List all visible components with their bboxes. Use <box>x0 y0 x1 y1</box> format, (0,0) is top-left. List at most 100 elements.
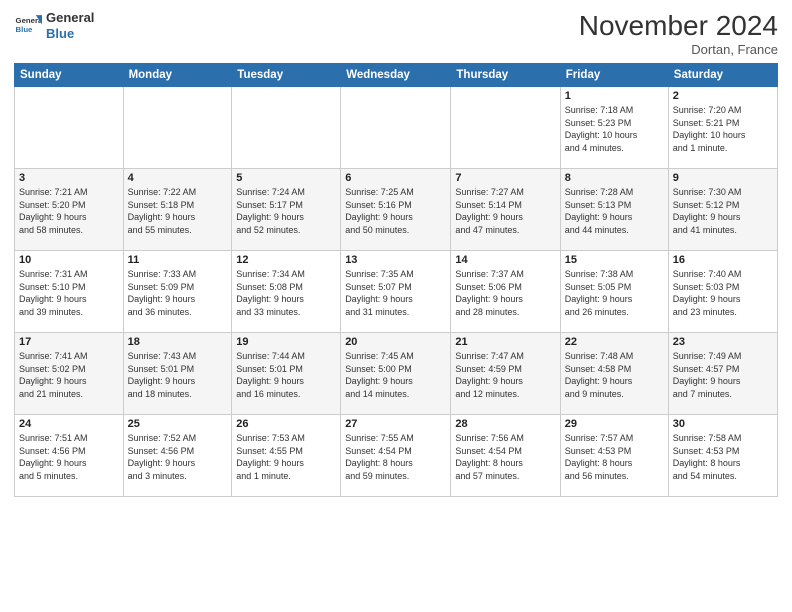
day-number: 8 <box>565 172 664 184</box>
day-info: Sunrise: 7:44 AM Sunset: 5:01 PM Dayligh… <box>236 350 336 400</box>
calendar-cell: 4 Sunrise: 7:22 AM Sunset: 5:18 PM Daylig… <box>123 169 232 251</box>
day-number: 25 <box>128 418 228 430</box>
day-info: Sunrise: 7:25 AM Sunset: 5:16 PM Dayligh… <box>345 186 446 236</box>
day-number: 29 <box>565 418 664 430</box>
day-info: Sunrise: 7:51 AM Sunset: 4:56 PM Dayligh… <box>19 432 119 482</box>
day-number: 6 <box>345 172 446 184</box>
weekday-header: Wednesday <box>341 64 451 87</box>
day-number: 24 <box>19 418 119 430</box>
calendar-cell <box>15 87 124 169</box>
calendar-cell <box>341 87 451 169</box>
calendar-week-row: 1 Sunrise: 7:18 AM Sunset: 5:23 PM Daylig… <box>15 87 778 169</box>
day-number: 10 <box>19 254 119 266</box>
calendar-cell: 1 Sunrise: 7:18 AM Sunset: 5:23 PM Daylig… <box>560 87 668 169</box>
day-number: 11 <box>128 254 228 266</box>
calendar-cell: 28Sunrise: 7:56 AM Sunset: 4:54 PM Dayli… <box>451 415 560 497</box>
day-info: Sunrise: 7:18 AM Sunset: 5:23 PM Dayligh… <box>565 104 664 154</box>
day-info: Sunrise: 7:45 AM Sunset: 5:00 PM Dayligh… <box>345 350 446 400</box>
calendar-cell: 5Sunrise: 7:24 AM Sunset: 5:17 PM Daylig… <box>232 169 341 251</box>
logo-blue: Blue <box>46 26 94 42</box>
day-info: Sunrise: 7:43 AM Sunset: 5:01 PM Dayligh… <box>128 350 228 400</box>
day-info: Sunrise: 7:58 AM Sunset: 4:53 PM Dayligh… <box>673 432 773 482</box>
day-number: 4 <box>128 172 228 184</box>
day-number: 15 <box>565 254 664 266</box>
day-info: Sunrise: 7:49 AM Sunset: 4:57 PM Dayligh… <box>673 350 773 400</box>
calendar-cell: 7Sunrise: 7:27 AM Sunset: 5:14 PM Daylig… <box>451 169 560 251</box>
day-info: Sunrise: 7:20 AM Sunset: 5:21 PM Dayligh… <box>673 104 773 154</box>
day-number: 27 <box>345 418 446 430</box>
calendar-week-row: 24 Sunrise: 7:51 AM Sunset: 4:56 PM Dayli… <box>15 415 778 497</box>
calendar-cell: 11 Sunrise: 7:33 AM Sunset: 5:09 PM Dayli… <box>123 251 232 333</box>
calendar-cell <box>451 87 560 169</box>
day-info: Sunrise: 7:31 AM Sunset: 5:10 PM Dayligh… <box>19 268 119 318</box>
day-info: Sunrise: 7:38 AM Sunset: 5:05 PM Dayligh… <box>565 268 664 318</box>
weekday-header: Monday <box>123 64 232 87</box>
day-number: 9 <box>673 172 773 184</box>
weekday-header: Thursday <box>451 64 560 87</box>
calendar-cell: 24 Sunrise: 7:51 AM Sunset: 4:56 PM Dayli… <box>15 415 124 497</box>
day-info: Sunrise: 7:40 AM Sunset: 5:03 PM Dayligh… <box>673 268 773 318</box>
calendar-cell: 12 Sunrise: 7:34 AM Sunset: 5:08 PM Dayli… <box>232 251 341 333</box>
day-info: Sunrise: 7:47 AM Sunset: 4:59 PM Dayligh… <box>455 350 555 400</box>
day-number: 2 <box>673 90 773 102</box>
calendar-cell: 19 Sunrise: 7:44 AM Sunset: 5:01 PM Dayli… <box>232 333 341 415</box>
calendar-cell: 3Sunrise: 7:21 AM Sunset: 5:20 PM Daylig… <box>15 169 124 251</box>
day-number: 18 <box>128 336 228 348</box>
calendar-cell: 20 Sunrise: 7:45 AM Sunset: 5:00 PM Dayli… <box>341 333 451 415</box>
day-number: 30 <box>673 418 773 430</box>
calendar-cell: 29Sunrise: 7:57 AM Sunset: 4:53 PM Dayli… <box>560 415 668 497</box>
day-number: 20 <box>345 336 446 348</box>
day-info: Sunrise: 7:34 AM Sunset: 5:08 PM Dayligh… <box>236 268 336 318</box>
day-number: 12 <box>236 254 336 266</box>
day-number: 1 <box>565 90 664 102</box>
logo: General Blue General Blue <box>14 10 94 41</box>
day-number: 21 <box>455 336 555 348</box>
title-block: November 2024 Dortan, France <box>579 10 778 57</box>
day-number: 14 <box>455 254 555 266</box>
day-info: Sunrise: 7:55 AM Sunset: 4:54 PM Dayligh… <box>345 432 446 482</box>
calendar-cell: 25Sunrise: 7:52 AM Sunset: 4:56 PM Dayli… <box>123 415 232 497</box>
calendar-cell: 9 Sunrise: 7:30 AM Sunset: 5:12 PM Daylig… <box>668 169 777 251</box>
calendar-cell: 16 Sunrise: 7:40 AM Sunset: 5:03 PM Dayli… <box>668 251 777 333</box>
calendar-week-row: 10 Sunrise: 7:31 AM Sunset: 5:10 PM Dayli… <box>15 251 778 333</box>
svg-text:Blue: Blue <box>16 25 34 34</box>
calendar-cell: 21 Sunrise: 7:47 AM Sunset: 4:59 PM Dayli… <box>451 333 560 415</box>
calendar-week-row: 3Sunrise: 7:21 AM Sunset: 5:20 PM Daylig… <box>15 169 778 251</box>
calendar-cell: 27 Sunrise: 7:55 AM Sunset: 4:54 PM Dayli… <box>341 415 451 497</box>
day-number: 7 <box>455 172 555 184</box>
calendar-cell: 22Sunrise: 7:48 AM Sunset: 4:58 PM Dayli… <box>560 333 668 415</box>
weekday-header: Tuesday <box>232 64 341 87</box>
logo-icon: General Blue <box>14 12 42 40</box>
day-number: 13 <box>345 254 446 266</box>
day-number: 19 <box>236 336 336 348</box>
day-info: Sunrise: 7:53 AM Sunset: 4:55 PM Dayligh… <box>236 432 336 482</box>
day-info: Sunrise: 7:35 AM Sunset: 5:07 PM Dayligh… <box>345 268 446 318</box>
calendar-cell: 6 Sunrise: 7:25 AM Sunset: 5:16 PM Daylig… <box>341 169 451 251</box>
calendar-cell: 8 Sunrise: 7:28 AM Sunset: 5:13 PM Daylig… <box>560 169 668 251</box>
day-info: Sunrise: 7:24 AM Sunset: 5:17 PM Dayligh… <box>236 186 336 236</box>
calendar-cell: 30 Sunrise: 7:58 AM Sunset: 4:53 PM Dayli… <box>668 415 777 497</box>
day-info: Sunrise: 7:28 AM Sunset: 5:13 PM Dayligh… <box>565 186 664 236</box>
day-info: Sunrise: 7:33 AM Sunset: 5:09 PM Dayligh… <box>128 268 228 318</box>
day-info: Sunrise: 7:37 AM Sunset: 5:06 PM Dayligh… <box>455 268 555 318</box>
day-info: Sunrise: 7:22 AM Sunset: 5:18 PM Dayligh… <box>128 186 228 236</box>
day-number: 17 <box>19 336 119 348</box>
day-info: Sunrise: 7:30 AM Sunset: 5:12 PM Dayligh… <box>673 186 773 236</box>
calendar-cell: 14 Sunrise: 7:37 AM Sunset: 5:06 PM Dayli… <box>451 251 560 333</box>
day-info: Sunrise: 7:41 AM Sunset: 5:02 PM Dayligh… <box>19 350 119 400</box>
day-number: 23 <box>673 336 773 348</box>
month-title: November 2024 <box>579 10 778 42</box>
day-number: 16 <box>673 254 773 266</box>
calendar-cell <box>123 87 232 169</box>
weekday-header: Sunday <box>15 64 124 87</box>
weekday-header: Saturday <box>668 64 777 87</box>
calendar-cell: 10 Sunrise: 7:31 AM Sunset: 5:10 PM Dayli… <box>15 251 124 333</box>
day-info: Sunrise: 7:48 AM Sunset: 4:58 PM Dayligh… <box>565 350 664 400</box>
calendar-cell: 15 Sunrise: 7:38 AM Sunset: 5:05 PM Dayli… <box>560 251 668 333</box>
day-number: 3 <box>19 172 119 184</box>
calendar-cell: 13 Sunrise: 7:35 AM Sunset: 5:07 PM Dayli… <box>341 251 451 333</box>
calendar-cell: 23 Sunrise: 7:49 AM Sunset: 4:57 PM Dayli… <box>668 333 777 415</box>
day-number: 28 <box>455 418 555 430</box>
calendar-cell: 18 Sunrise: 7:43 AM Sunset: 5:01 PM Dayli… <box>123 333 232 415</box>
calendar-week-row: 17 Sunrise: 7:41 AM Sunset: 5:02 PM Dayli… <box>15 333 778 415</box>
